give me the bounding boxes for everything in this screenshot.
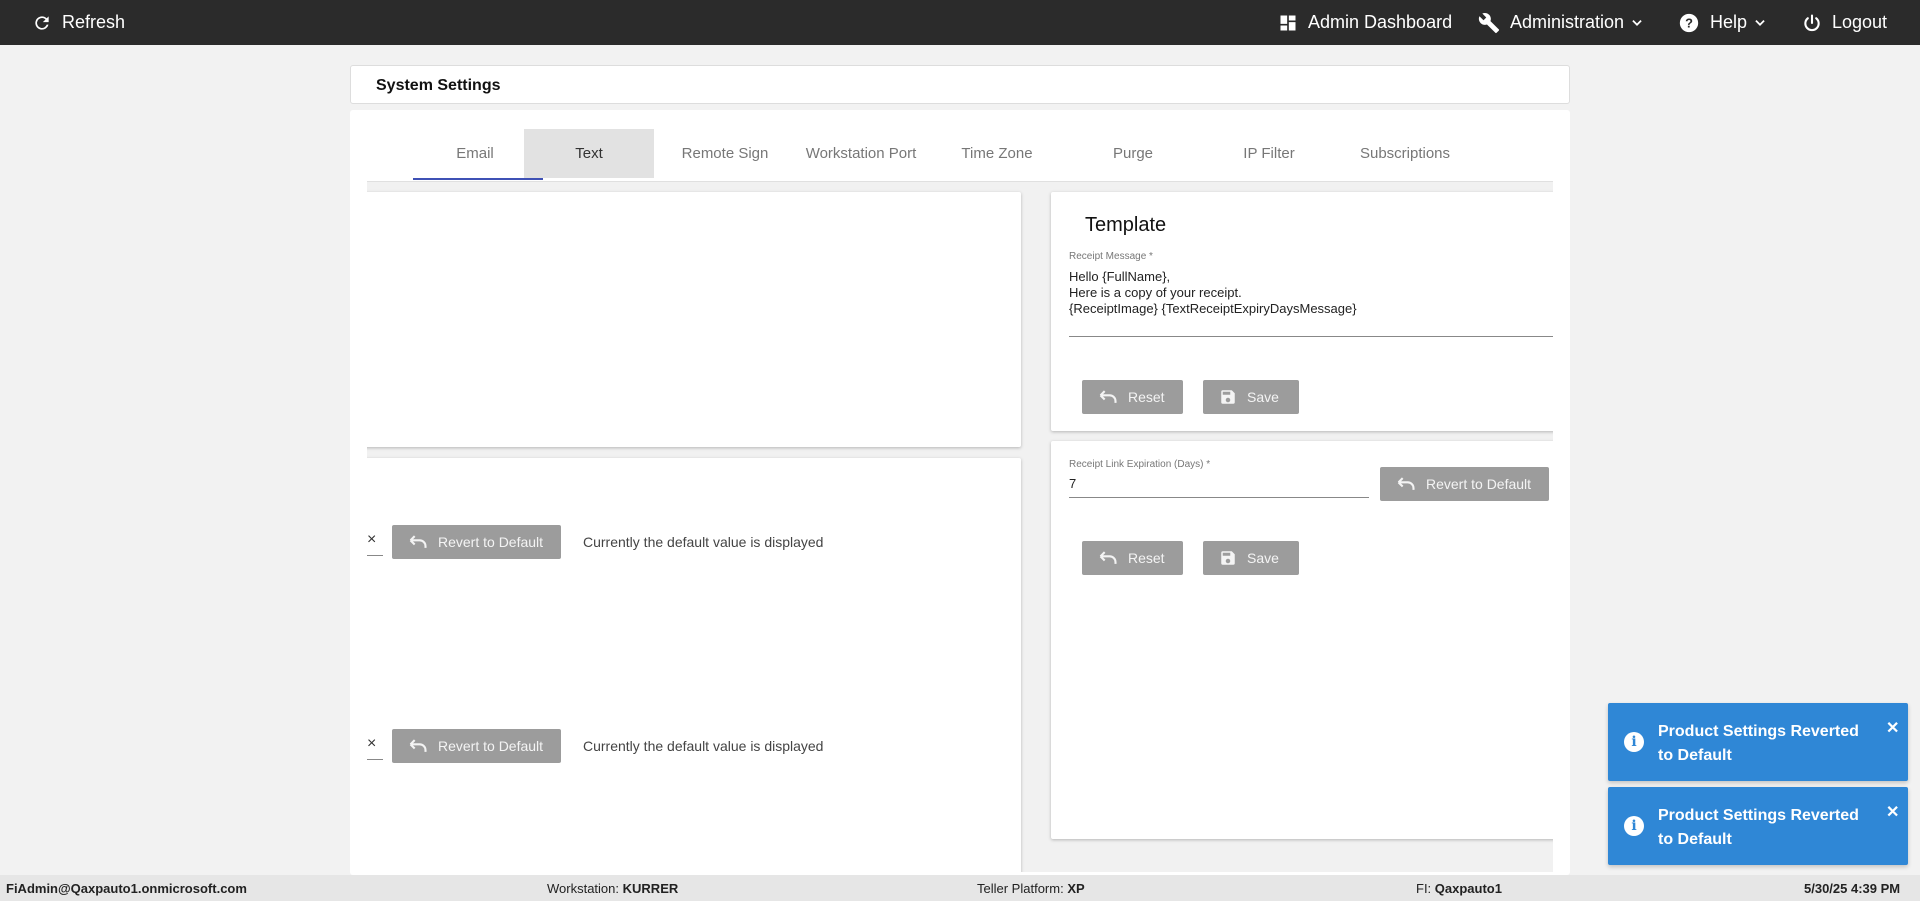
footer-workstation-value: KURRER bbox=[622, 881, 679, 896]
expiration-card: Receipt Link Expiration (Days) * 7 Rever… bbox=[1051, 441, 1553, 839]
logout-button[interactable]: Logout bbox=[1802, 0, 1887, 45]
footer-platform-value: XP bbox=[1067, 881, 1085, 896]
administration-label: Administration bbox=[1510, 12, 1625, 32]
power-icon bbox=[1804, 13, 1820, 31]
toast-notification: i Product Settings Reverted to Default ✕ bbox=[1608, 787, 1908, 865]
left-settings-card: × Revert to Default Currently the defaul… bbox=[367, 458, 1021, 872]
template-save-button[interactable]: Save bbox=[1203, 380, 1299, 414]
help-label: Help bbox=[1710, 12, 1748, 32]
revert-to-default-button[interactable]: Revert to Default bbox=[392, 525, 561, 559]
undo-icon bbox=[409, 739, 427, 752]
save-label: Save bbox=[1247, 550, 1279, 566]
tab-workstation-port[interactable]: Workstation Port bbox=[796, 129, 926, 178]
administration-menu[interactable]: Administration bbox=[1478, 0, 1644, 45]
toast-message: Product Settings Reverted to Default bbox=[1658, 723, 1859, 764]
page-title-panel: System Settings bbox=[350, 65, 1570, 104]
close-icon[interactable]: ✕ bbox=[1886, 718, 1899, 738]
refresh-label: Refresh bbox=[62, 12, 126, 32]
default-status-text: Currently the default value is displayed bbox=[583, 738, 824, 754]
expiration-reset-button[interactable]: Reset bbox=[1082, 541, 1183, 575]
receipt-message-label: Receipt Message * bbox=[1069, 251, 1153, 262]
admin-dashboard-label: Admin Dashboard bbox=[1308, 12, 1453, 32]
tab-remote-sign[interactable]: Remote Sign bbox=[660, 129, 790, 178]
help-icon: ? bbox=[1679, 13, 1699, 32]
undo-icon bbox=[1099, 551, 1117, 564]
active-tab-indicator bbox=[413, 178, 543, 180]
tab-subscriptions[interactable]: Subscriptions bbox=[1340, 129, 1470, 178]
expiration-save-button[interactable]: Save bbox=[1203, 541, 1299, 575]
footer-fi-value: Qaxpauto1 bbox=[1434, 881, 1502, 896]
undo-icon bbox=[409, 535, 427, 548]
tab-bar: Email Text Remote Sign Workstation Port … bbox=[367, 129, 1553, 182]
wrench-icon bbox=[1478, 12, 1500, 33]
reset-label: Reset bbox=[1128, 389, 1165, 405]
field-underline bbox=[367, 555, 383, 556]
dashboard-icon bbox=[1280, 15, 1296, 30]
refresh-button[interactable]: Refresh bbox=[32, 0, 125, 45]
clear-icon[interactable]: × bbox=[367, 531, 376, 549]
tab-text[interactable]: Text bbox=[524, 129, 654, 178]
settings-panel: Email Text Remote Sign Workstation Port … bbox=[350, 110, 1570, 875]
revert-label: Revert to Default bbox=[1426, 476, 1532, 492]
save-icon bbox=[1221, 551, 1235, 565]
clear-icon[interactable]: × bbox=[367, 735, 376, 753]
template-title: Template bbox=[1085, 214, 1167, 236]
save-icon bbox=[1221, 390, 1235, 404]
tab-purge[interactable]: Purge bbox=[1068, 129, 1198, 178]
close-icon[interactable]: ✕ bbox=[1886, 802, 1899, 822]
footer-fi-label: FI: bbox=[1416, 881, 1432, 896]
receipt-message-field[interactable]: Hello {FullName}, Here is a copy of your… bbox=[1069, 269, 1357, 317]
field-underline bbox=[367, 759, 383, 760]
template-card: Template Receipt Message * Hello {FullNa… bbox=[1051, 192, 1553, 431]
expiration-revert-button[interactable]: Revert to Default bbox=[1380, 467, 1549, 501]
footer-datetime: 5/30/25 4:39 PM bbox=[1804, 881, 1901, 896]
revert-label: Revert to Default bbox=[438, 534, 544, 550]
toast-notification: i Product Settings Reverted to Default ✕ bbox=[1608, 703, 1908, 781]
chevron-down-icon bbox=[1755, 19, 1765, 26]
save-label: Save bbox=[1247, 389, 1279, 405]
left-top-card bbox=[367, 192, 1021, 447]
info-icon: i bbox=[1624, 732, 1644, 752]
refresh-icon bbox=[35, 15, 49, 30]
reset-label: Reset bbox=[1128, 550, 1165, 566]
footer-workstation-label: Workstation: bbox=[547, 881, 620, 896]
tab-time-zone[interactable]: Time Zone bbox=[932, 129, 1062, 178]
info-icon: i bbox=[1624, 816, 1644, 836]
status-footer: FiAdmin@Qaxpauto1.onmicrosoft.com Workst… bbox=[0, 875, 1920, 901]
tab-ip-filter[interactable]: IP Filter bbox=[1204, 129, 1334, 178]
revert-to-default-button[interactable]: Revert to Default bbox=[392, 729, 561, 763]
logout-label: Logout bbox=[1832, 12, 1888, 32]
undo-icon bbox=[1397, 477, 1415, 490]
chevron-down-icon bbox=[1632, 19, 1642, 26]
help-menu[interactable]: ? Help bbox=[1678, 0, 1767, 45]
expiration-days-input[interactable]: 7 bbox=[1069, 476, 1076, 492]
undo-icon bbox=[1099, 390, 1117, 403]
receipt-message-underline bbox=[1069, 336, 1553, 337]
tab-content: × Revert to Default Currently the defaul… bbox=[367, 182, 1553, 872]
footer-user: FiAdmin@Qaxpauto1.onmicrosoft.com bbox=[6, 881, 247, 896]
template-reset-button[interactable]: Reset bbox=[1082, 380, 1183, 414]
expiration-label: Receipt Link Expiration (Days) * bbox=[1069, 459, 1211, 470]
tab-email[interactable]: Email bbox=[410, 129, 540, 178]
toast-message: Product Settings Reverted to Default bbox=[1658, 807, 1859, 848]
admin-dashboard-link[interactable]: Admin Dashboard bbox=[1278, 0, 1452, 45]
top-navigation-bar: Refresh Admin Dashboard Administration ?… bbox=[0, 0, 1920, 45]
footer-platform-label: Teller Platform: bbox=[977, 881, 1064, 896]
expiration-underline bbox=[1069, 497, 1369, 498]
page-title: System Settings bbox=[376, 77, 501, 94]
revert-label: Revert to Default bbox=[438, 738, 544, 754]
svg-text:?: ? bbox=[1685, 15, 1693, 30]
default-status-text: Currently the default value is displayed bbox=[583, 534, 824, 550]
